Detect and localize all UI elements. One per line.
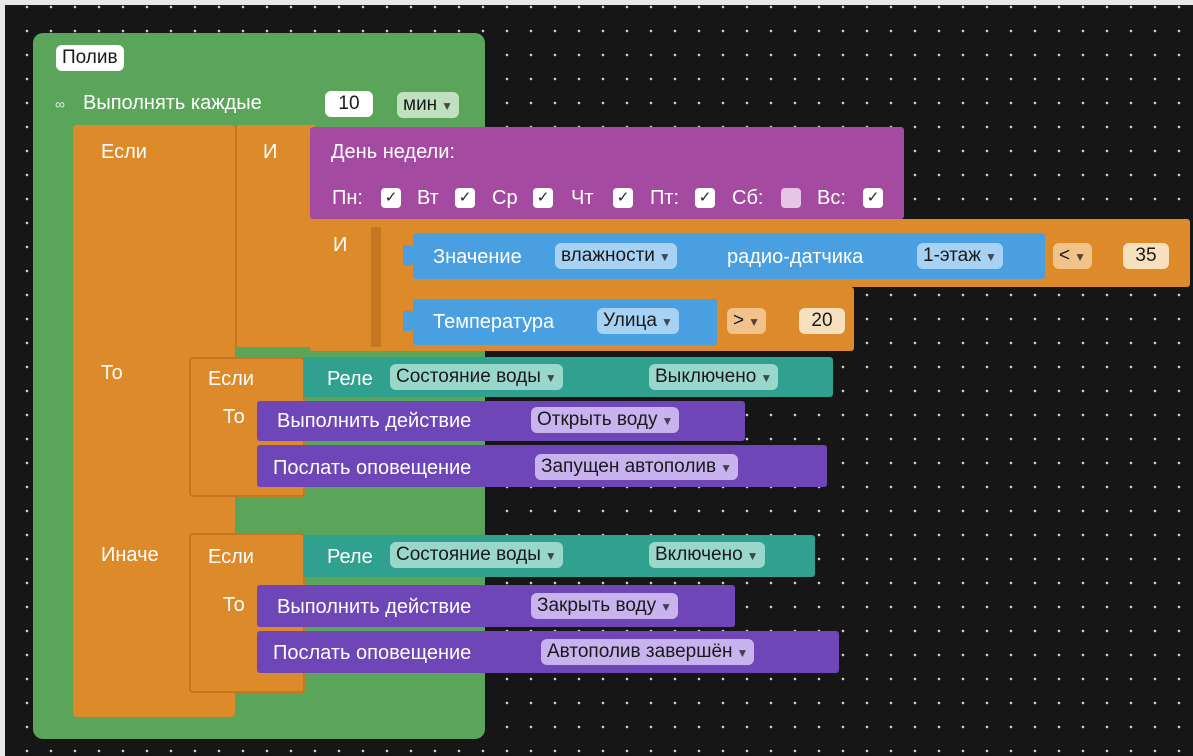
then-relay-label: Реле [327, 368, 373, 390]
humidity-threshold-input[interactable]: 35 [1123, 243, 1169, 269]
else-relay-state-value: Включено [655, 544, 743, 565]
day-wed-label: Ср [492, 187, 518, 209]
sensor-dropdown[interactable]: 1-этаж ▼ [917, 243, 1003, 269]
else-relay-label: Реле [327, 546, 373, 568]
day-mon-label: Пн: [332, 187, 363, 209]
sensor-value: 1-этаж [923, 245, 981, 266]
then-relay-state-value: Выключено [655, 366, 757, 387]
then-action-dropdown[interactable]: Открыть воду ▼ [531, 407, 680, 433]
then-notify-value: Запущен автополив [541, 456, 717, 477]
chevron-down-icon: ▼ [736, 646, 749, 660]
day-mon-checkbox[interactable]: ✓ [381, 188, 401, 208]
temperature-operator-dropdown[interactable]: > ▼ [727, 308, 766, 334]
humidity-connector [403, 245, 415, 265]
chevron-down-icon: ▼ [748, 315, 760, 329]
temperature-threshold-input[interactable]: 20 [799, 308, 845, 334]
then-if-label: Если [208, 368, 254, 390]
humidity-param-value: влажности [561, 245, 655, 266]
temperature-label: Температура [433, 311, 555, 333]
else-action-value: Закрыть воду [537, 595, 657, 616]
day-fri-label: Пт: [650, 187, 680, 209]
chevron-down-icon: ▼ [661, 414, 674, 428]
and1-label: И [263, 141, 278, 163]
then-relay-name-dropdown[interactable]: Состояние воды ▼ [390, 364, 563, 390]
then-action-value: Открыть воду [537, 409, 658, 430]
then-label: То [101, 362, 123, 384]
day-sat-checkbox[interactable] [781, 188, 801, 208]
and2-label: И [333, 234, 348, 256]
day-thu-label: Чт [571, 187, 594, 209]
humidity-label: Значение [433, 246, 522, 268]
else-relay-name-dropdown[interactable]: Состояние воды ▼ [390, 542, 563, 568]
chevron-down-icon: ▼ [746, 549, 759, 563]
unit-value: мин [403, 94, 438, 115]
weekday-title: День недели: [331, 141, 455, 163]
chevron-down-icon: ▼ [720, 461, 733, 475]
chevron-down-icon: ▼ [660, 315, 673, 329]
then-notify-label: Послать оповещение [273, 457, 472, 479]
else-notify-value: Автополив завершён [547, 641, 733, 662]
loop-label: Выполнять каждые [83, 92, 262, 114]
day-sun-label: Вс: [817, 187, 846, 209]
day-sun-checkbox[interactable]: ✓ [863, 188, 883, 208]
else-if-label: Если [208, 546, 254, 568]
day-thu-checkbox[interactable]: ✓ [613, 188, 633, 208]
else-label: Иначе [101, 544, 159, 566]
event-title-field[interactable]: Полив [56, 45, 124, 71]
then-notify-dropdown[interactable]: Запущен автополив ▼ [535, 454, 739, 480]
humidity-operator-dropdown[interactable]: < ▼ [1053, 243, 1092, 269]
unit-dropdown[interactable]: мин ▼ [397, 92, 460, 118]
infinity-icon: ∞ [55, 96, 65, 112]
blockly-workspace[interactable]: Полив ∞ Выполнять каждые 10 мин ▼ Если То… [5, 5, 1193, 756]
interval-input[interactable]: 10 [325, 91, 373, 117]
chevron-down-icon: ▼ [660, 600, 672, 614]
chevron-down-icon: ▼ [1074, 250, 1086, 264]
then-action-label: Выполнить действие [277, 410, 472, 432]
if-label: Если [101, 141, 147, 163]
and2-inner-bar [371, 227, 381, 347]
else-action-label: Выполнить действие [277, 596, 472, 618]
then-relay-state-dropdown[interactable]: Выключено ▼ [649, 364, 779, 390]
day-tue-checkbox[interactable]: ✓ [455, 188, 475, 208]
chevron-down-icon: ▼ [984, 250, 997, 264]
day-tue-label: Вт [417, 187, 439, 209]
chevron-down-icon: ▼ [760, 371, 773, 385]
temperature-connector [403, 311, 415, 331]
location-value: Улица [603, 310, 657, 331]
day-wed-checkbox[interactable]: ✓ [533, 188, 553, 208]
temperature-operator-value: > [733, 310, 745, 331]
else-notify-label: Послать оповещение [273, 642, 472, 664]
chevron-down-icon: ▼ [544, 549, 557, 563]
location-dropdown[interactable]: Улица ▼ [597, 308, 679, 334]
chevron-down-icon: ▼ [544, 371, 557, 385]
then-relay-name-value: Состояние воды [396, 366, 541, 387]
day-fri-checkbox[interactable]: ✓ [695, 188, 715, 208]
else-action-dropdown[interactable]: Закрыть воду ▼ [531, 593, 678, 619]
else-notify-dropdown[interactable]: Автополив завершён ▼ [541, 639, 755, 665]
humidity-param-dropdown[interactable]: влажности ▼ [555, 243, 677, 269]
radio-sensor-label: радио-датчика [727, 246, 864, 268]
day-sat-label: Сб: [732, 187, 764, 209]
chevron-down-icon: ▼ [658, 250, 671, 264]
else-relay-name-value: Состояние воды [396, 544, 541, 565]
chevron-down-icon: ▼ [441, 99, 454, 113]
else-then-label: То [223, 594, 245, 616]
then-then-label: То [223, 406, 245, 428]
humidity-operator-value: < [1059, 245, 1071, 266]
event-bottom-bar [33, 717, 485, 739]
else-relay-state-dropdown[interactable]: Включено ▼ [649, 542, 765, 568]
